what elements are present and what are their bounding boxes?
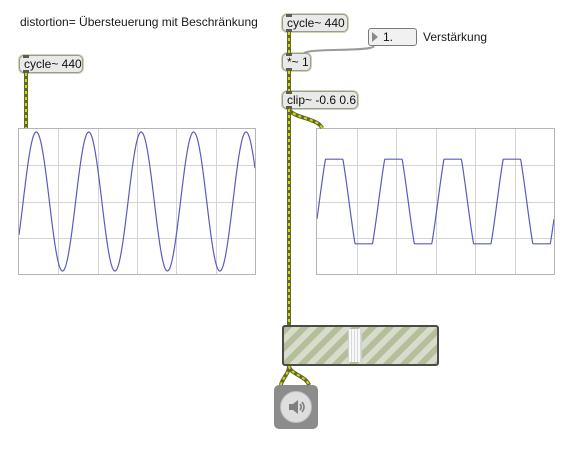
cycle-left-outlet[interactable] (23, 70, 29, 73)
cycle-left-label: cycle~ 440 (24, 57, 82, 71)
number-triangle-icon (372, 32, 378, 42)
speaker-icon (289, 400, 305, 414)
scope-right-graph (316, 129, 555, 274)
multiply-object[interactable]: *~ 1 (282, 53, 311, 71)
scope-right[interactable] (316, 128, 555, 275)
cycle-right-outlet[interactable] (286, 29, 292, 32)
scope-grid (19, 129, 255, 274)
scope-grid (317, 129, 554, 274)
gain-number-value: 1. (383, 30, 394, 44)
clipped-waveform-trace (316, 158, 555, 245)
cycle-left-object[interactable]: cycle~ 440 (19, 55, 83, 73)
multiply-outlet[interactable] (286, 68, 292, 71)
clip-object[interactable]: clip~ -0.6 0.6 (282, 91, 358, 109)
scope-left-graph (18, 129, 256, 274)
dac-circle (280, 391, 312, 423)
cycle-right-object[interactable]: cycle~ 440 (282, 14, 348, 32)
gain-label: Verstärkung (423, 30, 488, 44)
cycle-right-label: cycle~ 440 (287, 16, 345, 30)
patcher-comment: distortion= Übersteuerung mit Beschränku… (20, 15, 258, 29)
dac-button[interactable] (274, 385, 318, 429)
gain-slider-knob[interactable] (348, 329, 362, 362)
clip-label: clip~ -0.6 0.6 (287, 93, 357, 107)
gain-slider[interactable] (282, 325, 439, 366)
scope-left[interactable] (18, 128, 256, 275)
clip-outlet[interactable] (286, 106, 292, 109)
multiply-label: *~ 1 (287, 55, 309, 69)
gain-number-box[interactable]: 1. (368, 28, 417, 46)
